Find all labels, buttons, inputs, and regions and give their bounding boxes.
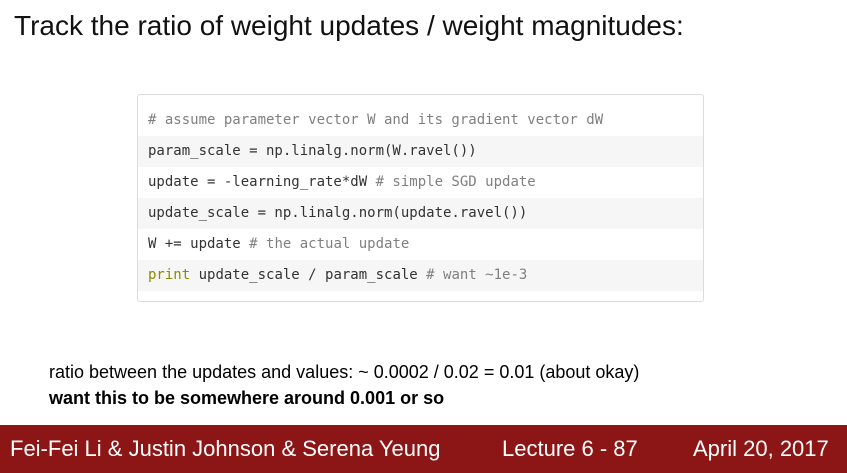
code-text: update_scale = np.linalg.norm(update.rav…	[148, 205, 528, 221]
code-text: update = -learning_rate*dW	[148, 174, 376, 190]
ratio-note: ratio between the updates and values: ~ …	[49, 362, 640, 382]
code-text: W += update	[148, 236, 250, 252]
footer-date: April 20, 2017	[693, 436, 829, 461]
code-text: update_scale / param_scale	[190, 267, 427, 283]
code-line-4: update_scale = np.linalg.norm(update.rav…	[138, 198, 703, 229]
code-text: param_scale = np.linalg.norm(W.ravel())	[148, 143, 477, 159]
code-block: # assume parameter vector W and its grad…	[137, 94, 704, 302]
code-comment: # assume parameter vector W and its grad…	[148, 112, 604, 128]
code-line-2: param_scale = np.linalg.norm(W.ravel())	[138, 136, 703, 167]
code-comment: # the actual update	[249, 236, 410, 252]
target-note: want this to be somewhere around 0.001 o…	[49, 388, 445, 408]
slide-title: Track the ratio of weight updates / weig…	[14, 10, 684, 41]
code-comment: # simple SGD update	[375, 174, 536, 190]
code-line-6: print update_scale / param_scale # want …	[138, 260, 703, 291]
code-comment: # want ~1e-3	[426, 267, 528, 283]
footer-lecture-number: Lecture 6 - 87	[502, 436, 638, 461]
code-keyword: print	[148, 267, 191, 283]
footer-bar: Fei-Fei Li & Justin Johnson & Serena Yeu…	[0, 425, 847, 473]
code-line-1: # assume parameter vector W and its grad…	[138, 105, 703, 136]
code-line-5: W += update # the actual update	[138, 229, 703, 260]
code-line-3: update = -learning_rate*dW # simple SGD …	[138, 167, 703, 198]
footer-authors: Fei-Fei Li & Justin Johnson & Serena Yeu…	[10, 436, 441, 461]
